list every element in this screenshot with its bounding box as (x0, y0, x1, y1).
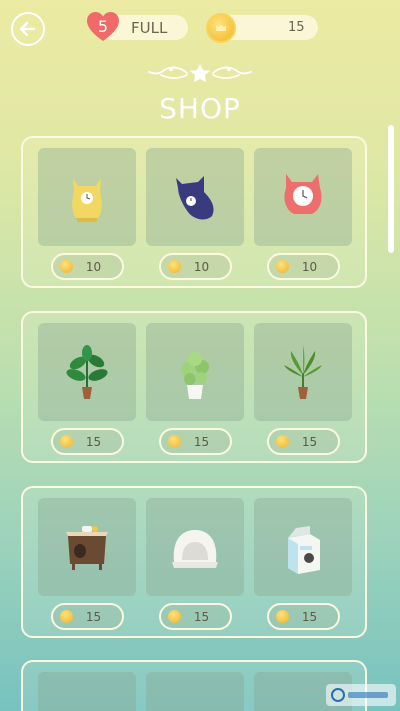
price-button[interactable]: 15 (51, 603, 124, 630)
top-bar: FULL 5 15 (0, 0, 400, 60)
milk-carton-box-icon (288, 526, 320, 574)
price-value: 10 (85, 260, 102, 274)
price-value: 15 (301, 435, 318, 449)
fiddle-leaf-plant-icon (66, 345, 108, 399)
shop-row-furniture: 15 15 15 (21, 486, 367, 638)
shop-item-red-clock[interactable] (254, 148, 352, 246)
watermark-icon (331, 688, 388, 702)
shop-item-partial[interactable] (38, 672, 136, 711)
shop-item-partial[interactable] (146, 672, 244, 711)
page-title: SHOP (159, 92, 241, 125)
star-ornament-icon (148, 64, 252, 82)
shop-item-pothos-plant[interactable] (146, 323, 244, 421)
coin-counter: 15 (206, 13, 318, 43)
price-button[interactable]: 10 (159, 253, 232, 280)
shop-item-cat-cabinet[interactable] (38, 498, 136, 596)
price-value: 15 (85, 610, 102, 624)
lives-count: 5 (97, 17, 109, 36)
shop-item-fiddle-leaf-plant[interactable] (38, 323, 136, 421)
price-button[interactable]: 15 (159, 603, 232, 630)
blue-cat-clock-icon (176, 176, 214, 220)
price-button[interactable]: 15 (159, 428, 232, 455)
scrollbar[interactable] (388, 125, 394, 253)
lives-counter: FULL 5 (86, 12, 188, 41)
site-watermark-logo (326, 684, 396, 706)
shop-row-plants: 15 15 15 (21, 311, 367, 463)
shop-row-partial (21, 660, 367, 711)
price-button[interactable]: 15 (51, 428, 124, 455)
arrow-left-icon (19, 21, 36, 37)
pothos-plant-icon (181, 352, 209, 399)
price-value: 15 (193, 610, 210, 624)
shop-item-palm-plant[interactable] (254, 323, 352, 421)
shop-item-blue-clock[interactable] (146, 148, 244, 246)
yellow-cat-clock-icon (72, 178, 102, 222)
shop-item-cat-bed[interactable] (146, 498, 244, 596)
lives-status: FULL (131, 19, 168, 37)
coin-balance: 15 (288, 20, 305, 35)
shop-item-yellow-clock[interactable] (38, 148, 136, 246)
palm-plant-icon (284, 345, 322, 399)
cat-bed-icon (172, 530, 218, 568)
red-cat-clock-icon (284, 174, 322, 214)
back-button[interactable] (11, 12, 45, 46)
price-button[interactable]: 10 (267, 253, 340, 280)
price-value: 15 (193, 435, 210, 449)
cat-cabinet-icon (66, 526, 108, 570)
shop-row-clocks: 10 10 10 (21, 136, 367, 288)
price-button[interactable]: 15 (267, 428, 340, 455)
cat-coin-icon (206, 13, 236, 43)
shop-item-milk-carton-box[interactable] (254, 498, 352, 596)
price-button[interactable]: 10 (51, 253, 124, 280)
price-value: 15 (301, 610, 318, 624)
price-value: 10 (193, 260, 210, 274)
price-value: 10 (301, 260, 318, 274)
price-value: 15 (85, 435, 102, 449)
price-button[interactable]: 15 (267, 603, 340, 630)
